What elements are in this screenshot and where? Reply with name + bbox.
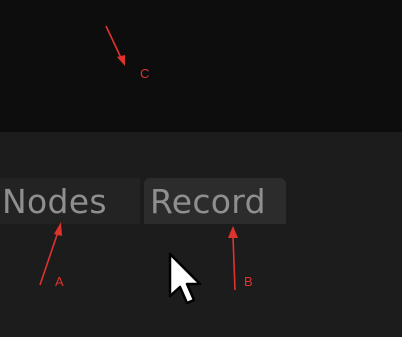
tab-bar: Nodes Record <box>0 170 402 228</box>
annotation-label-b: B <box>244 274 253 289</box>
panel-area <box>0 132 402 337</box>
tab-record[interactable]: Record <box>144 178 286 224</box>
tab-record-label: Record <box>150 181 266 221</box>
dark-canvas-area <box>0 0 402 132</box>
tab-nodes-label: Nodes <box>2 181 107 221</box>
annotation-label-a: A <box>55 274 64 289</box>
screenshot-stage: Nodes Record C A B <box>0 0 402 337</box>
tab-nodes[interactable]: Nodes <box>0 178 140 224</box>
annotation-label-c: C <box>140 66 150 81</box>
